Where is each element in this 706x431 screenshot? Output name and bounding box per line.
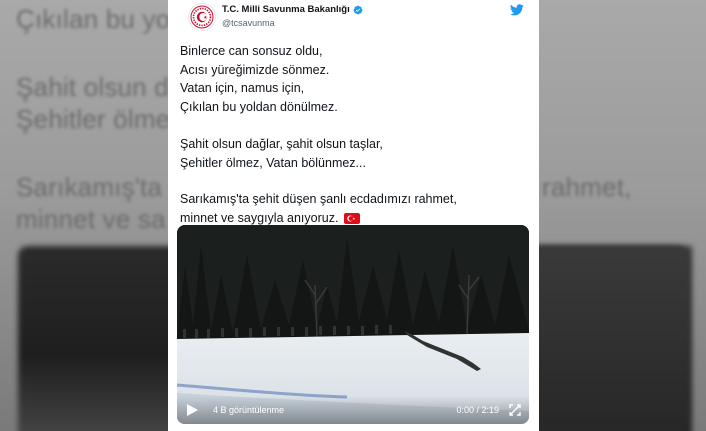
tweet-line-text: minnet ve saygıyla anıyoruz. <box>180 210 339 225</box>
name-row: T.C. Milli Savunma Bakanlığı <box>222 4 363 15</box>
view-count: 4 B görüntülenme <box>213 405 285 415</box>
tweet-text: Binlerce can sonsuz oldu, Acısı yüreğimi… <box>179 42 528 228</box>
video-controls: 4 B görüntülenme 0:00 / 2:19 <box>177 396 529 424</box>
tweet-line: Vatan için, namus için, <box>180 81 305 96</box>
background-text-line: Şehitler ölme <box>16 104 171 134</box>
display-name[interactable]: T.C. Milli Savunma Bakanlığı <box>222 4 350 15</box>
ministry-emblem-icon <box>190 5 214 29</box>
background-text-fragment: rahmet, <box>542 172 632 202</box>
background-photo-blur-right <box>532 246 692 431</box>
background-text-line: Çıkılan bu yo <box>16 4 171 34</box>
handle[interactable]: @tcsavunma <box>222 18 275 28</box>
video-player[interactable]: 4 B görüntülenme 0:00 / 2:19 <box>177 225 529 424</box>
tweet-paragraph: Sarıkamış'ta şehit düşen şanlı ecdadımız… <box>180 190 528 227</box>
video-thumbnail <box>177 225 529 424</box>
video-time: 0:00 / 2:19 <box>456 405 499 415</box>
background-text-line: Sarıkamış'ta <box>16 172 163 202</box>
twitter-bird-icon[interactable] <box>510 4 524 16</box>
play-icon[interactable] <box>185 403 199 417</box>
tweet-paragraph: Şahit olsun dağlar, şahit olsun taşlar, … <box>180 135 528 172</box>
tweet-paragraph: Binlerce can sonsuz oldu, Acısı yüreğimi… <box>180 42 528 117</box>
tweet-line: Şahit olsun dağlar, şahit olsun taşlar, <box>180 136 383 151</box>
tweet-header: T.C. Milli Savunma Bakanlığı @tcsavunma <box>179 0 528 36</box>
background-text-line: Şahit olsun d <box>16 72 169 102</box>
tweet-line: Sarıkamış'ta şehit düşen şanlı ecdadımız… <box>180 192 457 207</box>
avatar[interactable] <box>188 3 216 31</box>
tweet-line: Çıkılan bu yoldan dönülmez. <box>180 100 338 115</box>
tweet-card: T.C. Milli Savunma Bakanlığı @tcsavunma … <box>168 0 539 431</box>
tweet-line: Binlerce can sonsuz oldu, <box>180 44 323 58</box>
tweet-line: Acısı yüreğimizde sönmez. <box>180 62 330 77</box>
background-text-line: minnet ve sa <box>16 204 166 234</box>
turkey-flag-icon <box>344 213 361 225</box>
verified-badge-icon <box>353 5 363 14</box>
fullscreen-icon[interactable] <box>509 404 521 416</box>
tweet-line: Şehitler ölmez, Vatan bölünmez... <box>180 155 366 170</box>
